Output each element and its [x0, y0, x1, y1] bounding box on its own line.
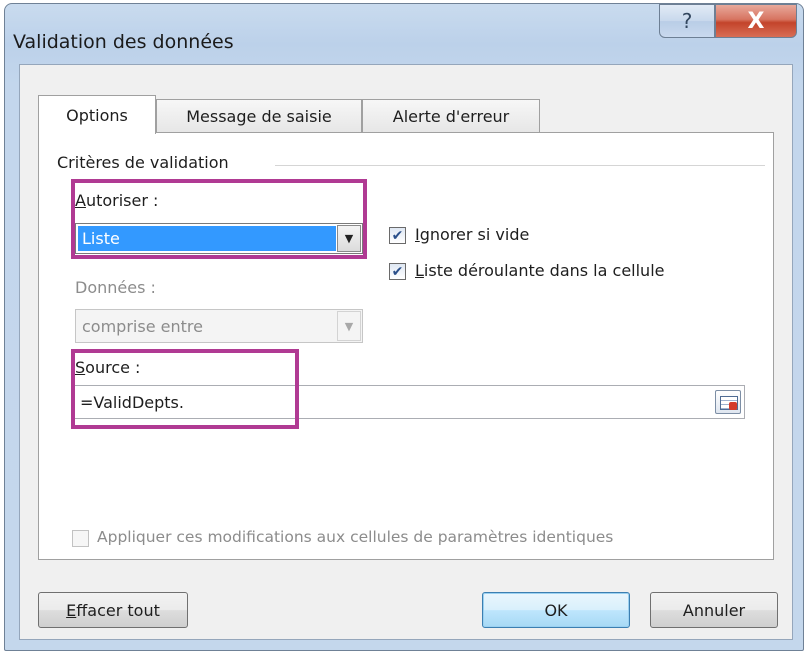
ok-button[interactable]: OK	[482, 592, 630, 628]
range-selector-button[interactable]	[715, 390, 741, 414]
tab-alerte-d-erreur[interactable]: Alerte d'erreur	[362, 99, 540, 133]
dialog-window: Validation des données ? X Options Messa…	[4, 3, 804, 651]
close-icon: X	[747, 8, 765, 34]
data-value: comprise entre	[82, 316, 203, 336]
ignore-blank-label: Ignorer si vide	[415, 225, 530, 244]
source-input[interactable]: =ValidDepts.	[73, 385, 745, 419]
allow-label: Autoriser :	[75, 191, 159, 210]
chevron-down-icon[interactable]: ▼	[337, 225, 361, 252]
collapse-dialog-icon-accent	[729, 402, 737, 410]
source-label: Source :	[75, 358, 141, 377]
in-cell-dropdown-label: Liste déroulante dans la cellule	[415, 261, 665, 280]
help-button[interactable]: ?	[659, 4, 715, 38]
clear-all-button[interactable]: Effacer tout	[38, 592, 188, 628]
dialog-client-area: Options Message de saisie Alerte d'erreu…	[19, 64, 793, 640]
allow-value: Liste	[78, 226, 336, 251]
question-mark-icon: ?	[681, 9, 693, 33]
ignore-blank-checkbox[interactable]: ✔	[389, 227, 406, 244]
cancel-button[interactable]: Annuler	[650, 592, 778, 628]
tab-options[interactable]: Options	[38, 95, 156, 134]
options-panel: Critères de validation Autoriser : Liste…	[38, 132, 774, 560]
group-divider	[275, 165, 765, 166]
validation-criteria-label: Critères de validation	[57, 153, 229, 172]
allow-dropdown[interactable]: Liste ▼	[75, 223, 363, 254]
dialog-title: Validation des données	[13, 31, 234, 53]
tab-message-de-saisie[interactable]: Message de saisie	[156, 99, 362, 133]
in-cell-dropdown-checkbox[interactable]: ✔	[389, 263, 406, 280]
apply-all-label: Appliquer ces modifications aux cellules…	[97, 528, 614, 546]
close-button[interactable]: X	[715, 4, 797, 38]
chevron-down-icon: ▼	[337, 311, 361, 341]
data-dropdown[interactable]: comprise entre ▼	[75, 309, 363, 343]
apply-all-checkbox	[72, 530, 89, 547]
data-label: Données :	[75, 278, 156, 297]
